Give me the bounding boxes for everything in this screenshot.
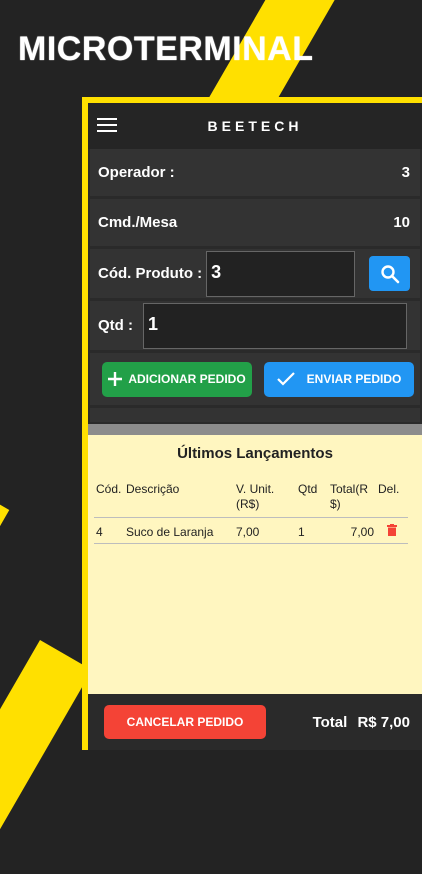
top-bar: BEETECH: [88, 103, 422, 149]
column-header-code: Cód.: [94, 482, 124, 518]
operator-row: Operador : 3: [90, 149, 420, 196]
operator-value: 3: [401, 164, 410, 181]
column-header-unit-price: V. Unit. (R$): [234, 482, 296, 518]
send-order-button[interactable]: ENVIAR PEDIDO: [264, 361, 414, 397]
order-total: Total R$ 7,00: [313, 714, 410, 731]
app-screen: BEETECH Operador : 3 Cmd./Mesa 10 Cód. P…: [88, 103, 422, 750]
product-code-label: Cód. Produto :: [98, 265, 203, 282]
action-buttons: ADICIONAR PEDIDO ENVIAR PEDIDO: [90, 353, 420, 405]
column-header-qty: Qtd: [296, 482, 328, 518]
search-icon: [380, 264, 399, 283]
product-code-row: Cód. Produto : 3: [90, 249, 420, 298]
add-order-label: ADICIONAR PEDIDO: [128, 372, 246, 386]
check-icon: [276, 372, 295, 386]
column-header-description: Descrição: [124, 482, 234, 518]
recent-entries-title: Últimos Lançamentos: [177, 445, 333, 462]
cell-description: Suco de Laranja: [124, 517, 234, 544]
column-header-delete: Del.: [376, 482, 408, 518]
bottom-bar: CANCELAR PEDIDO Total R$ 7,00: [88, 694, 422, 750]
cancel-order-button[interactable]: CANCELAR PEDIDO: [104, 705, 266, 739]
table-label: Cmd./Mesa: [98, 214, 178, 231]
table-row: Cmd./Mesa 10: [90, 199, 420, 246]
table-value: 10: [393, 214, 410, 231]
column-header-total: Total(R $): [328, 482, 376, 518]
device-frame: BEETECH Operador : 3 Cmd./Mesa 10 Cód. P…: [82, 97, 422, 750]
cell-qty: 1: [296, 517, 328, 544]
quantity-label: Qtd :: [98, 317, 133, 334]
total-value: R$ 7,00: [357, 713, 410, 731]
cell-total: 7,00: [328, 517, 376, 544]
promo-title: MICROTERMINAL: [18, 30, 314, 68]
send-order-label: ENVIAR PEDIDO: [306, 372, 402, 386]
operator-label: Operador :: [98, 164, 175, 181]
table-header-row: Cód. Descrição V. Unit. (R$) Qtd Total(R…: [94, 482, 408, 518]
brand-logo: BEETECH: [207, 118, 303, 134]
cell-unit-price: 7,00: [234, 517, 296, 544]
product-code-input[interactable]: 3: [206, 250, 356, 297]
total-label: Total: [312, 713, 348, 731]
cell-code: 4: [94, 517, 124, 544]
delete-button[interactable]: [376, 517, 408, 544]
search-button[interactable]: [369, 256, 410, 291]
menu-icon[interactable]: [97, 118, 117, 132]
spacer-row: [90, 408, 420, 422]
plus-icon: [108, 372, 123, 386]
trash-icon: [387, 524, 397, 536]
table-row: 4 Suco de Laranja 7,00 1 7,00: [94, 517, 408, 544]
add-order-button[interactable]: ADICIONAR PEDIDO: [102, 361, 252, 397]
yellow-stripe: [0, 640, 92, 844]
recent-entries-table: Cód. Descrição V. Unit. (R$) Qtd Total(R…: [94, 482, 408, 544]
recent-entries-panel: Últimos Lançamentos Cód. Descrição V. Un…: [88, 435, 422, 694]
quantity-input[interactable]: 1: [143, 302, 407, 349]
quantity-row: Qtd : 1: [90, 301, 420, 350]
